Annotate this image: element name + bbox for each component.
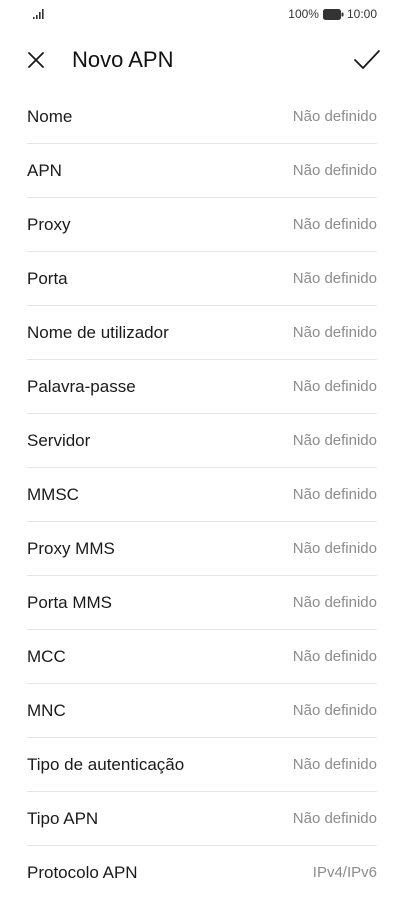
field-label: Nome xyxy=(27,106,73,126)
status-bar: 100% 10:00 xyxy=(0,0,404,28)
apn-field-row[interactable]: Porta MMS Não definido xyxy=(27,576,377,630)
field-value: Não definido xyxy=(292,324,377,341)
field-value: Não definido xyxy=(292,540,377,557)
field-label: MMSC xyxy=(27,484,79,504)
apn-field-row[interactable]: MMSC Não definido xyxy=(27,468,377,522)
apn-field-row[interactable]: MNC Não definido xyxy=(27,684,377,738)
checkmark-icon[interactable] xyxy=(352,46,382,74)
field-label: Palavra-passe xyxy=(27,376,136,396)
apn-field-row[interactable]: MCC Não definido xyxy=(27,630,377,684)
field-label: Proxy xyxy=(27,214,71,234)
field-value: Não definido xyxy=(292,162,377,179)
field-value: Não definido xyxy=(292,216,377,233)
apn-field-row[interactable]: Protocolo APN IPv4/IPv6 xyxy=(27,846,377,899)
field-label: Tipo de autenticação xyxy=(27,754,185,774)
field-value: Não definido xyxy=(292,378,377,395)
app-bar: Novo APN xyxy=(0,36,404,84)
close-icon[interactable] xyxy=(24,48,48,72)
field-label: Protocolo APN xyxy=(27,862,138,882)
field-label: Tipo APN xyxy=(27,808,99,828)
apn-field-row[interactable]: Nome de utilizador Não definido xyxy=(27,306,377,360)
field-label: Porta xyxy=(27,268,68,288)
field-value: Não definido xyxy=(292,810,377,827)
field-value: Não definido xyxy=(292,270,377,287)
field-value: Não definido xyxy=(292,594,377,611)
apn-field-row[interactable]: Porta Não definido xyxy=(27,252,377,306)
battery-percent: 100% xyxy=(288,7,319,21)
field-value: Não definido xyxy=(292,486,377,503)
page-title: Novo APN xyxy=(72,47,174,72)
status-right: 100% 10:00 xyxy=(288,6,377,22)
field-value: Não definido xyxy=(292,702,377,719)
field-label: Proxy MMS xyxy=(27,538,115,558)
apn-field-row[interactable]: Proxy MMS Não definido xyxy=(27,522,377,576)
apn-field-row[interactable]: Nome Não definido xyxy=(27,90,377,144)
apn-field-row[interactable]: Proxy Não definido xyxy=(27,198,377,252)
field-value: Não definido xyxy=(292,108,377,125)
apn-field-row[interactable]: Tipo APN Não definido xyxy=(27,792,377,846)
battery-full-icon xyxy=(322,8,344,20)
field-value: Não definido xyxy=(292,432,377,449)
field-label: Nome de utilizador xyxy=(27,322,169,342)
signal-bars-icon xyxy=(33,9,44,19)
field-label: APN xyxy=(27,160,62,180)
field-value: IPv4/IPv6 xyxy=(312,864,377,881)
field-label: Servidor xyxy=(27,430,91,450)
clock: 10:00 xyxy=(346,7,377,21)
field-value: Não definido xyxy=(292,756,377,773)
apn-field-row[interactable]: Tipo de autenticação Não definido xyxy=(27,738,377,792)
field-label: Porta MMS xyxy=(27,592,113,612)
field-label: MCC xyxy=(27,646,66,666)
apn-field-row[interactable]: Servidor Não definido xyxy=(27,414,377,468)
field-label: MNC xyxy=(27,700,66,720)
apn-field-row[interactable]: Palavra-passe Não definido xyxy=(27,360,377,414)
apn-settings-list: Nome Não definido APN Não definido Proxy Não … xyxy=(27,90,377,899)
field-value: Não definido xyxy=(292,648,377,665)
apn-field-row[interactable]: APN Não definido xyxy=(27,144,377,198)
